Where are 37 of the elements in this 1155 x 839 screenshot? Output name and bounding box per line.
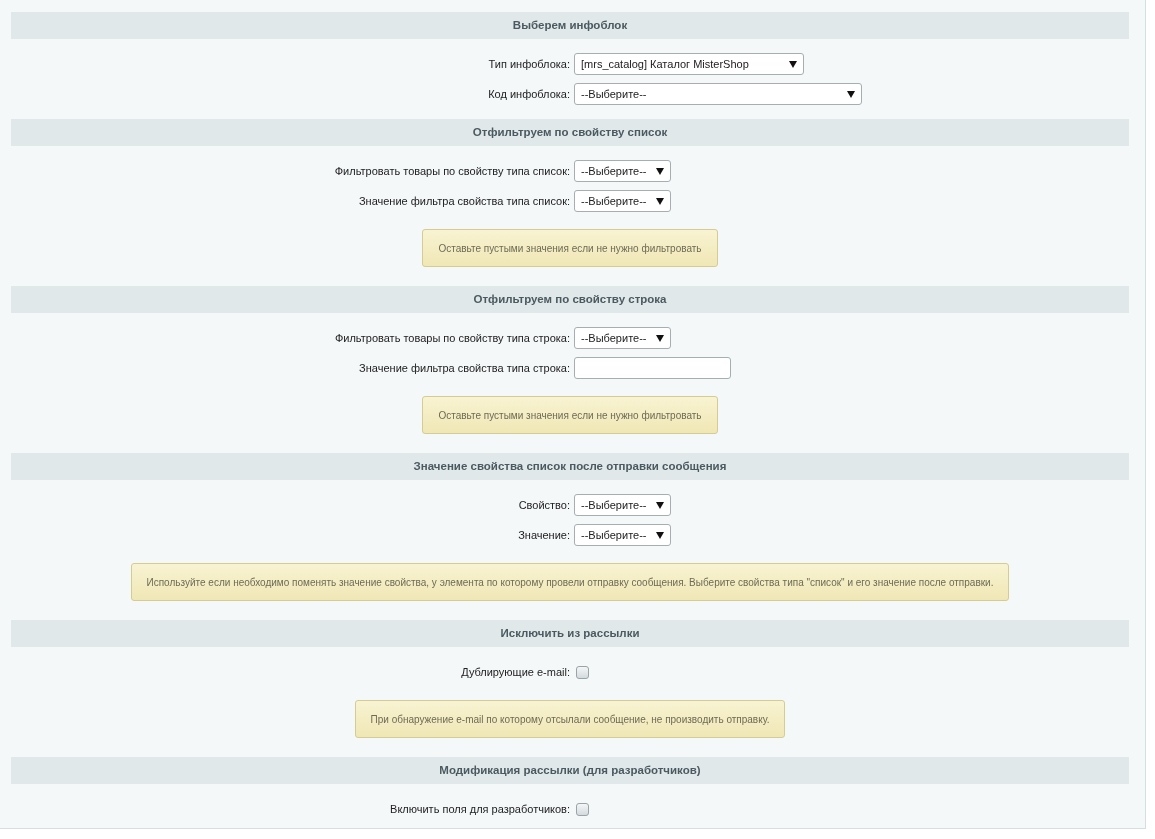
info-note: Оставьте пустыми значения если не нужно фильтровать bbox=[422, 396, 718, 434]
field-label: Свойство: bbox=[518, 499, 570, 511]
dropdown-arrow-icon bbox=[656, 334, 665, 342]
dropdown-arrow-icon bbox=[656, 167, 665, 175]
info-note: Используйте если необходимо поменять значение свойства, у элемента по которому провели отправку сообщения. Выберите свойства типа "список" и его значение после отправки. bbox=[130, 563, 1010, 601]
dropdown[interactable]: --Выберите-- bbox=[574, 524, 672, 546]
text-field[interactable] bbox=[574, 357, 731, 379]
field-label: Включить поля для разработчиков: bbox=[390, 803, 570, 815]
dropdown-arrow-icon bbox=[847, 90, 855, 98]
section-header: Выберем инфоблок bbox=[11, 12, 1129, 39]
dropdown[interactable]: --Выберите-- bbox=[574, 160, 672, 182]
section-header: Отфильтруем по свойству строка bbox=[11, 286, 1129, 313]
checkbox[interactable] bbox=[576, 665, 589, 679]
field-label: Код инфоблока: bbox=[488, 88, 570, 100]
dropdown-arrow-icon bbox=[656, 501, 665, 509]
field-label: Дублирующие e-mail: bbox=[461, 666, 570, 678]
dropdown[interactable]: --Выберите-- bbox=[574, 327, 672, 349]
field-label: Тип инфоблока: bbox=[488, 58, 570, 70]
checkbox[interactable] bbox=[576, 802, 589, 816]
section-header: Отфильтруем по свойству список bbox=[11, 119, 1129, 146]
dropdown-arrow-icon bbox=[656, 197, 665, 205]
section-header: Исключить из рассылки bbox=[11, 620, 1129, 647]
field-label: Фильтровать товары по свойству типа строка: bbox=[334, 332, 570, 344]
dropdown[interactable]: --Выберите-- bbox=[574, 83, 862, 105]
info-note: При обнаружение e-mail по которому отсылали сообщение, не производить отправку. bbox=[354, 700, 786, 738]
field-label: Значение фильтра свойства типа строка: bbox=[359, 362, 570, 374]
section-header: Модификация рассылки (для разработчиков) bbox=[11, 757, 1129, 784]
field-label: Значение фильтра свойства типа список: bbox=[358, 195, 570, 207]
section-header: Значение свойства список после отправки сообщения bbox=[11, 453, 1129, 480]
dropdown[interactable]: --Выберите-- bbox=[574, 494, 672, 516]
field-label: Фильтровать товары по свойству типа список: bbox=[334, 165, 570, 177]
dropdown-arrow-icon bbox=[656, 531, 665, 539]
dropdown[interactable]: --Выберите-- bbox=[574, 190, 672, 212]
info-note: Оставьте пустыми значения если не нужно фильтровать bbox=[422, 229, 718, 267]
dropdown[interactable]: [mrs_catalog] Каталог MisterShop bbox=[574, 53, 804, 75]
dropdown-arrow-icon bbox=[789, 60, 797, 68]
field-label: Значение: bbox=[518, 529, 570, 541]
